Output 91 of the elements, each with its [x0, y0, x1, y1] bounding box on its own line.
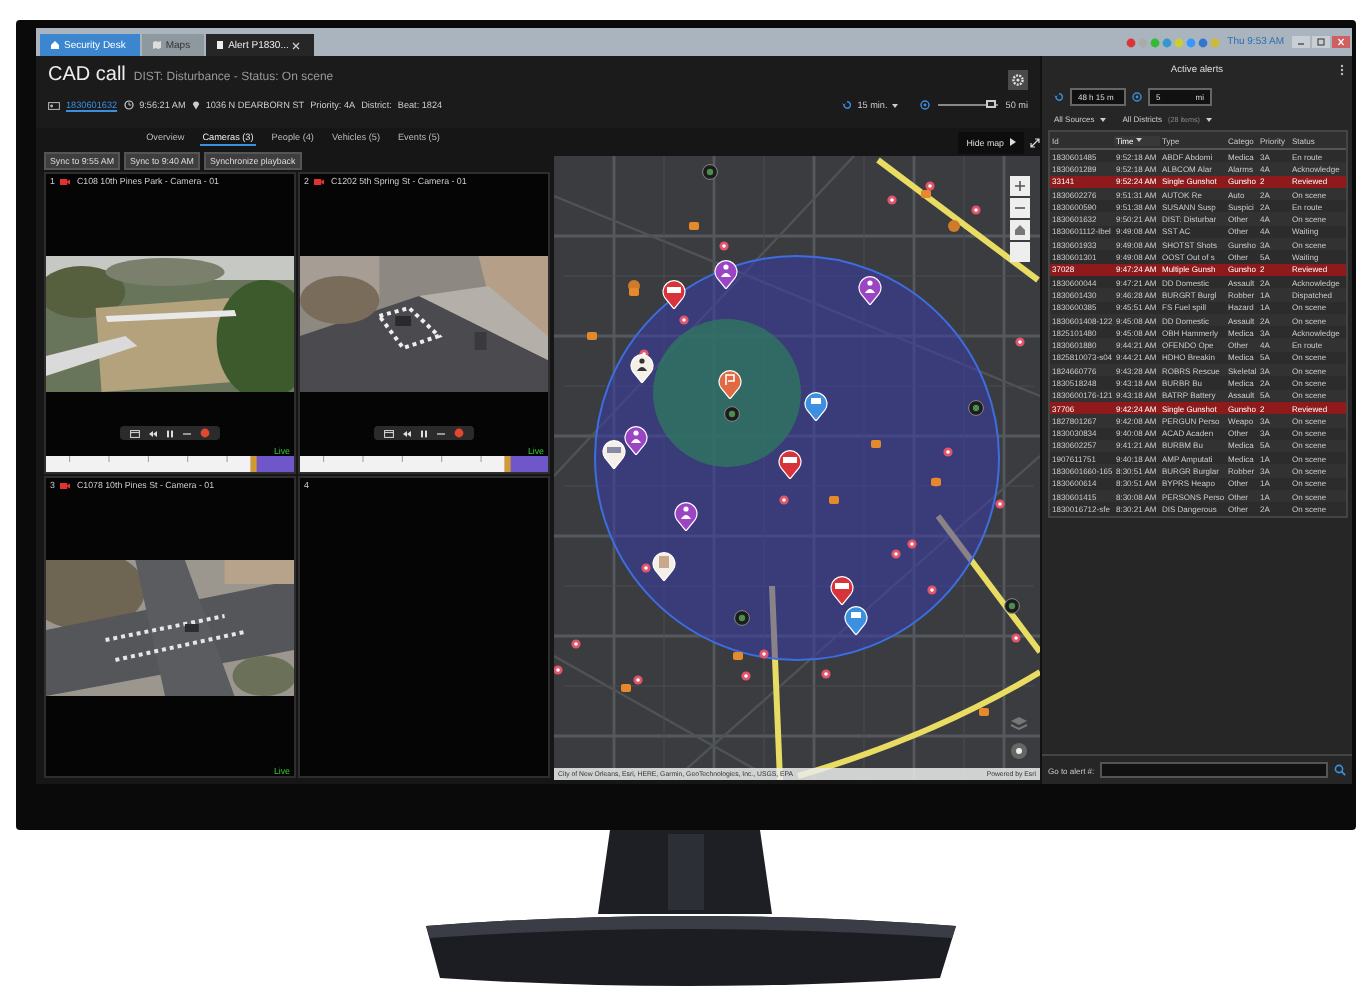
map-icon — [151, 40, 162, 50]
person-pin-icon — [623, 425, 648, 456]
house-icon — [50, 40, 60, 50]
camera-icon — [60, 481, 71, 489]
incident-marker-icon — [906, 539, 917, 550]
camera-marker-icon — [967, 400, 984, 417]
incident-marker-icon — [971, 204, 982, 215]
layers-icon[interactable] — [1010, 716, 1028, 732]
target-icon — [919, 100, 930, 110]
document-icon — [216, 40, 225, 50]
incident-marker-icon — [632, 675, 643, 686]
target-icon — [1132, 91, 1142, 101]
expand-icon[interactable] — [1030, 137, 1040, 147]
record-icon[interactable] — [454, 428, 464, 438]
speed-icon[interactable] — [436, 429, 446, 437]
incident-marker-icon — [741, 671, 752, 682]
location-pin-icon — [191, 100, 200, 110]
history-icon — [841, 100, 852, 110]
clock-icon — [123, 100, 134, 110]
close-icon[interactable] — [292, 41, 301, 49]
search-button[interactable] — [1334, 764, 1346, 776]
camera-marker-icon — [724, 406, 741, 423]
alert-pin-icon — [777, 448, 802, 479]
incident-marker-icon — [925, 180, 936, 191]
timeline-bar[interactable] — [300, 456, 548, 472]
maximize-icon[interactable] — [1312, 36, 1330, 48]
incident-marker-icon — [942, 446, 953, 457]
pause-icon[interactable] — [166, 429, 174, 437]
camera-icon — [314, 177, 325, 185]
alert-number-field[interactable] — [1100, 762, 1328, 778]
id-card-icon — [48, 101, 60, 109]
home-icon[interactable] — [1010, 220, 1030, 240]
calendar-icon[interactable] — [384, 429, 394, 437]
caret-icon — [891, 103, 898, 107]
history-icon — [1054, 91, 1064, 101]
camera-icon — [60, 177, 71, 185]
alert-pin-icon — [830, 575, 855, 606]
settings-icon — [1012, 74, 1024, 86]
vehicle-marker-icon — [620, 683, 631, 692]
incident-pin-icon — [718, 368, 743, 399]
vehicle-marker-icon — [628, 287, 639, 296]
page-title: CAD call — [48, 64, 126, 86]
alert-pin-icon — [662, 278, 687, 309]
incident-marker-icon — [995, 499, 1006, 510]
search-icon — [1334, 764, 1346, 776]
vehicle-marker-icon — [733, 652, 744, 661]
incident-marker-icon — [640, 562, 651, 573]
vehicle-marker-icon — [829, 496, 840, 505]
person-pin-icon — [713, 258, 738, 289]
person-pin-icon — [858, 275, 883, 306]
vehicle-pin-icon — [601, 438, 626, 469]
play-icon — [1010, 138, 1016, 146]
person-pin-icon — [673, 501, 698, 532]
locate-icon[interactable] — [1010, 742, 1028, 760]
incident-marker-icon — [926, 585, 937, 596]
incident-marker-icon — [1011, 633, 1022, 644]
zoom-in-icon[interactable] — [1010, 176, 1030, 196]
timeline-bar[interactable] — [46, 456, 294, 472]
incident-marker-icon — [778, 494, 789, 505]
camera-pin-icon — [803, 390, 828, 421]
incident-marker-icon — [758, 648, 769, 659]
caret-icon — [1100, 117, 1107, 121]
person-pin-icon — [629, 352, 654, 383]
camera-marker-icon — [701, 164, 718, 181]
caret-icon — [1206, 117, 1212, 121]
calendar-icon[interactable] — [130, 429, 140, 437]
zoom-out-icon[interactable] — [1010, 198, 1030, 218]
incident-marker-icon — [820, 668, 831, 679]
person-pin-icon — [651, 551, 676, 582]
incident-marker-icon — [570, 639, 581, 650]
speed-icon[interactable] — [182, 429, 192, 437]
incident-marker-icon — [718, 240, 729, 251]
sort-caret-icon — [1135, 138, 1142, 142]
vehicle-marker-icon — [921, 190, 932, 199]
incident-marker-icon — [554, 665, 563, 676]
vehicle-marker-icon — [978, 707, 989, 716]
settings-button[interactable] — [1008, 70, 1028, 90]
incident-marker-icon — [1015, 337, 1026, 348]
record-icon[interactable] — [200, 428, 210, 438]
incident-marker-icon — [678, 314, 689, 325]
vehicle-marker-icon — [688, 221, 699, 230]
incident-marker-icon — [891, 549, 902, 560]
vehicle-marker-icon — [931, 478, 942, 487]
pause-icon[interactable] — [420, 429, 428, 437]
camera-pin-icon — [844, 604, 869, 635]
incident-marker-icon — [887, 194, 898, 205]
vehicle-marker-icon — [586, 332, 597, 341]
rewind-icon[interactable] — [402, 429, 412, 437]
minimize-icon[interactable] — [1292, 36, 1310, 48]
vehicle-marker-icon — [871, 440, 882, 449]
rewind-icon[interactable] — [148, 429, 158, 437]
